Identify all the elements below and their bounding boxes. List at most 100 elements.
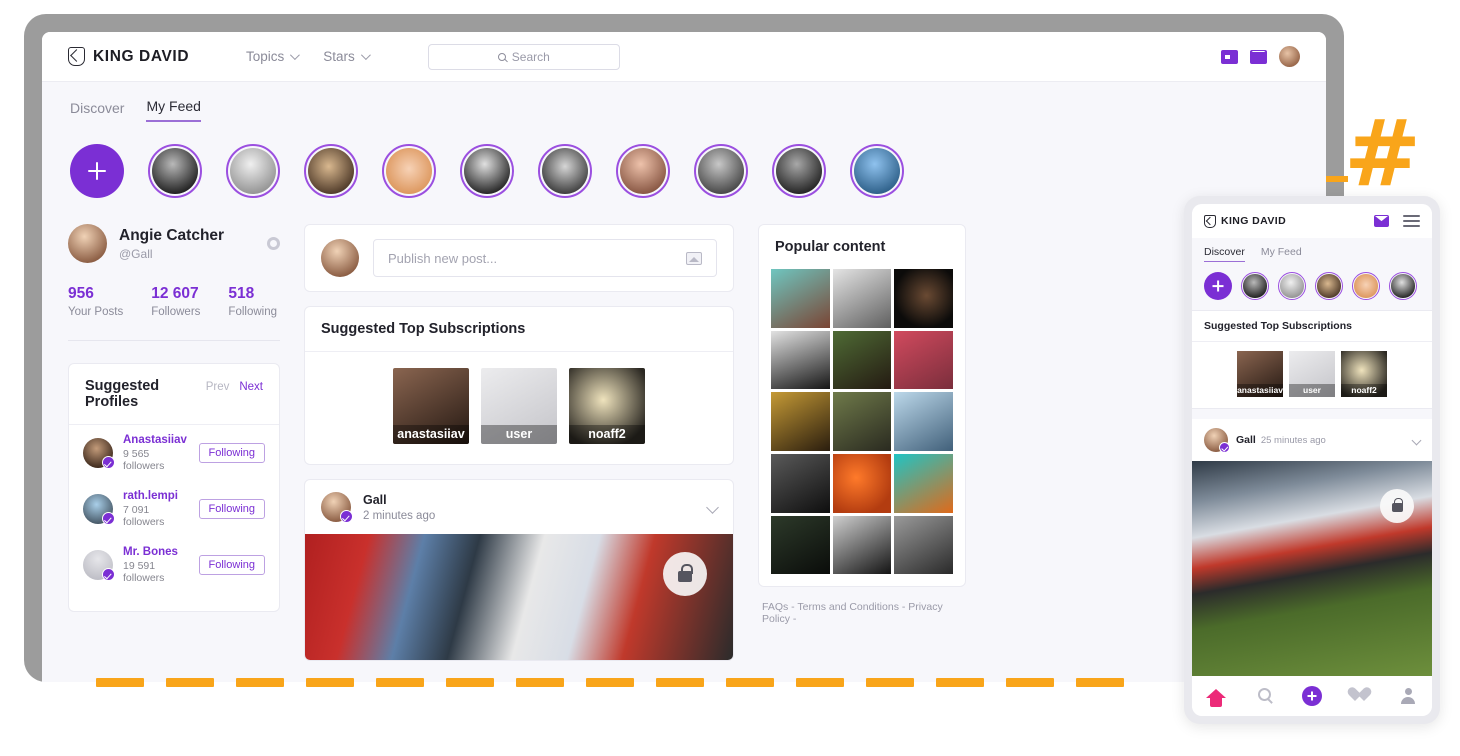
story-item[interactable] <box>694 144 748 198</box>
card-title: Popular content <box>759 225 965 269</box>
chevron-down-icon[interactable] <box>706 501 719 514</box>
story-item[interactable] <box>382 144 436 198</box>
story-item[interactable] <box>1352 272 1380 300</box>
avatar[interactable] <box>321 492 351 522</box>
home-icon[interactable] <box>1206 686 1226 706</box>
popular-cell[interactable] <box>894 331 953 390</box>
story-item[interactable] <box>460 144 514 198</box>
suggested-profiles-header: Suggested Profiles Prev Next <box>69 364 279 424</box>
nav-item-topics[interactable]: Topics <box>246 49 297 64</box>
popular-cell[interactable] <box>894 516 953 575</box>
popular-cell[interactable] <box>771 392 830 451</box>
subscription-tile[interactable]: user <box>481 368 557 444</box>
subscription-tile[interactable]: noaff2 <box>1341 351 1387 397</box>
story-item[interactable] <box>1315 272 1343 300</box>
profile-stats: 956 Your Posts 12 607 Followers 518 Foll… <box>68 285 280 318</box>
verified-icon <box>102 568 115 581</box>
following-button[interactable]: Following <box>199 555 265 575</box>
popular-cell[interactable] <box>771 454 830 513</box>
next-button[interactable]: Next <box>239 381 263 393</box>
popular-cell[interactable] <box>833 331 892 390</box>
popular-cell[interactable] <box>894 454 953 513</box>
following-button[interactable]: Following <box>199 499 265 519</box>
mobile-post-image[interactable] <box>1192 461 1432 676</box>
chevron-down-icon[interactable] <box>1412 435 1422 445</box>
story-item[interactable] <box>1278 272 1306 300</box>
notifications-icon[interactable] <box>1221 50 1238 64</box>
prev-button[interactable]: Prev <box>206 381 230 393</box>
stat-following: 518 Following <box>228 285 277 318</box>
story-item[interactable] <box>538 144 592 198</box>
popular-grid <box>759 269 965 586</box>
list-item[interactable]: Mr. Bones 19 591 followers Following <box>69 537 279 593</box>
story-item[interactable] <box>616 144 670 198</box>
subscription-tile[interactable]: anastasiiav <box>393 368 469 444</box>
publish-input[interactable]: Publish new post... <box>373 239 717 277</box>
subscription-tile[interactable]: noaff2 <box>569 368 645 444</box>
popular-cell[interactable] <box>833 454 892 513</box>
mobile-screen: KING DAVID Discover My Feed <box>1192 204 1432 716</box>
story-item[interactable] <box>850 144 904 198</box>
story-item[interactable] <box>304 144 358 198</box>
messages-icon[interactable] <box>1374 215 1389 227</box>
nav-item-stars[interactable]: Stars <box>323 49 368 64</box>
popular-cell[interactable] <box>894 269 953 328</box>
profile-handle: @Gall <box>119 247 224 261</box>
footer-links[interactable]: FAQs - Terms and Conditions - Privacy Po… <box>758 601 966 625</box>
avatar[interactable] <box>68 224 107 263</box>
publish-placeholder: Publish new post... <box>388 251 497 266</box>
messages-icon[interactable] <box>1250 50 1267 64</box>
profile-summary: Angie Catcher @Gall <box>68 224 280 263</box>
add-story-button[interactable] <box>1204 272 1232 300</box>
subscription-tile[interactable]: anastasiiav <box>1237 351 1283 397</box>
add-story-button[interactable] <box>70 144 124 198</box>
heart-icon[interactable] <box>1350 686 1370 706</box>
phone-frame: KING DAVID Discover My Feed <box>1184 196 1440 724</box>
search-icon[interactable] <box>1254 686 1274 706</box>
nav-label-topics: Topics <box>246 49 284 64</box>
popular-cell[interactable] <box>894 392 953 451</box>
card-title: Suggested Top Subscriptions <box>305 307 733 351</box>
verified-icon <box>340 510 353 523</box>
avatar <box>83 494 113 524</box>
avatar <box>83 550 113 580</box>
scene: # KING DAVID Topics Stars <box>0 0 1460 756</box>
profile-icon[interactable] <box>1398 686 1418 706</box>
follower-count: 7 091 followers <box>123 504 189 528</box>
popular-cell[interactable] <box>771 516 830 575</box>
verified-icon <box>1219 442 1230 453</box>
popular-cell[interactable] <box>833 269 892 328</box>
subscription-label: anastasiiav <box>393 425 469 444</box>
mobile-brand-logo[interactable]: KING DAVID <box>1204 215 1286 228</box>
avatar[interactable] <box>1204 428 1228 452</box>
popular-cell[interactable] <box>771 331 830 390</box>
mobile-tab-discover[interactable]: Discover <box>1204 246 1245 262</box>
tab-my-feed[interactable]: My Feed <box>146 98 200 122</box>
gear-icon[interactable] <box>267 237 280 250</box>
search-input[interactable]: Search <box>428 44 620 70</box>
card-title: Suggested Top Subscriptions <box>1192 311 1432 342</box>
subscription-tile[interactable]: user <box>1289 351 1335 397</box>
post-header: Gall 2 minutes ago <box>305 480 733 534</box>
tab-discover[interactable]: Discover <box>70 100 124 122</box>
story-item[interactable] <box>1241 272 1269 300</box>
follower-count: 9 565 followers <box>123 448 189 472</box>
post-image[interactable] <box>305 534 733 660</box>
story-item[interactable] <box>1389 272 1417 300</box>
add-post-icon[interactable] <box>1302 686 1322 706</box>
following-button[interactable]: Following <box>199 443 265 463</box>
brand-logo[interactable]: KING DAVID <box>68 47 218 66</box>
post-author: Gall <box>1236 434 1256 446</box>
story-item[interactable] <box>148 144 202 198</box>
user-avatar[interactable] <box>1279 46 1300 67</box>
popular-cell[interactable] <box>833 516 892 575</box>
story-item[interactable] <box>772 144 826 198</box>
list-item[interactable]: Anastasiiav 9 565 followers Following <box>69 425 279 481</box>
list-item[interactable]: rath.lempi 7 091 followers Following <box>69 481 279 537</box>
popular-cell[interactable] <box>771 269 830 328</box>
story-item[interactable] <box>226 144 280 198</box>
image-attach-icon[interactable] <box>686 252 702 265</box>
popular-cell[interactable] <box>833 392 892 451</box>
mobile-tab-my-feed[interactable]: My Feed <box>1261 246 1302 262</box>
hamburger-menu-icon[interactable] <box>1403 215 1420 226</box>
